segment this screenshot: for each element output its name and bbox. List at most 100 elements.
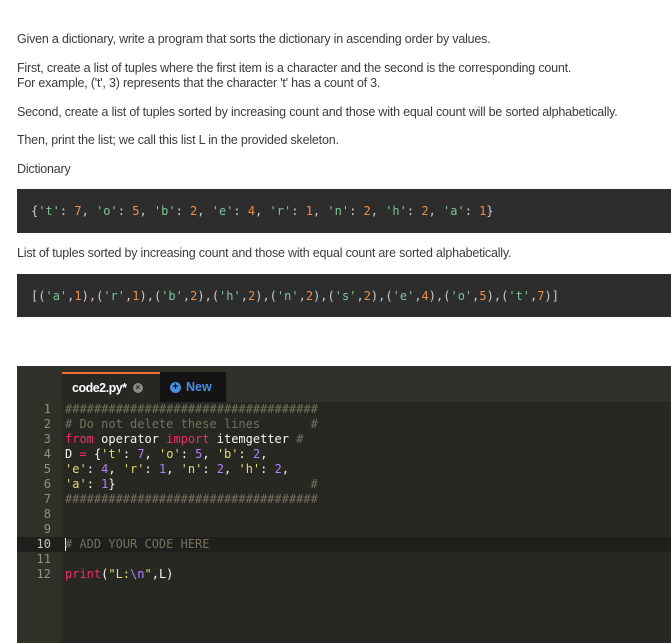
dictionary-label: Dictionary [17, 162, 71, 176]
sorted-list-label: List of tuples sorted by increasing coun… [17, 246, 512, 260]
escape-sequence: \n [130, 567, 145, 581]
punctuation: , [312, 204, 328, 218]
tuple-value: 2 [363, 288, 371, 303]
dictionary-code-block: {'t': 7, 'o': 5, 'b': 2, 'e': 4, 'r': 1,… [17, 189, 671, 233]
tuple-value: 1 [74, 288, 82, 303]
line-number: 6 [43, 477, 51, 491]
punctuation: , [81, 204, 97, 218]
new-tab-button[interactable]: + New [160, 372, 226, 402]
instruction-paragraph-4: Then, print the list; we call this list … [17, 133, 339, 147]
punctuation: , [197, 204, 212, 218]
punctuation: , [260, 447, 268, 461]
dict-value: 7 [74, 204, 82, 218]
tuple-key: 'r' [103, 288, 126, 303]
dict-key: 'h' [385, 204, 407, 218]
dict-key: 'b' [153, 204, 176, 218]
code-line[interactable]: 3 from operator import itemgetter # [17, 432, 671, 447]
dict-value: 4 [247, 204, 256, 218]
paren: ) [428, 288, 437, 303]
code-line[interactable]: 7 ################################### [17, 492, 671, 507]
instruction-paragraph-3: Second, create a list of tuples sorted b… [17, 105, 618, 119]
dict-key: 't' [38, 204, 60, 218]
line-content: print("L:\n",L) [65, 567, 173, 582]
punctuation: , [298, 288, 306, 303]
code-line[interactable]: 10 # ADD YOUR CODE HERE [17, 537, 671, 552]
punctuation: : [59, 204, 75, 218]
punctuation: , [262, 288, 270, 303]
keyword: import [166, 432, 210, 446]
line-number: 11 [36, 552, 51, 566]
paren: ( [211, 288, 220, 303]
punctuation: , [108, 462, 123, 476]
code-line[interactable]: 11 [17, 552, 671, 567]
brace: } [486, 204, 494, 218]
code-editor[interactable]: code2.py* × + New 1 #####################… [17, 366, 671, 643]
dict-value: 2 [363, 204, 371, 218]
identifier: ,L) [151, 567, 174, 581]
punctuation: , [356, 288, 364, 303]
punctuation: : [144, 462, 159, 476]
instruction-paragraph-2b: For example, ('t', 3) represents that th… [17, 76, 381, 90]
line-content: # ADD YOUR CODE HERE [65, 537, 210, 552]
number-literal: 2 [274, 462, 282, 476]
function-name: print [65, 567, 102, 581]
punctuation [87, 447, 94, 461]
punctuation: : [238, 447, 253, 461]
code-line[interactable]: 2 # Do not delete these lines # [17, 417, 671, 432]
tuple-key: 'o' [450, 288, 473, 303]
comment: # Do not delete these lines [65, 417, 261, 431]
punctuation: : [291, 204, 306, 218]
punctuation: , [146, 288, 154, 303]
tuple-key: 'e' [392, 288, 415, 303]
code-line[interactable]: 6 'a': 1} # [17, 477, 671, 492]
tab-code2-py[interactable]: code2.py* × [62, 372, 160, 402]
line-number: 1 [43, 402, 51, 416]
string-literal: 'a' [65, 477, 87, 491]
code-line[interactable]: 5 'e': 4, 'r': 1, 'n': 2, 'h': 2, [17, 462, 671, 477]
punctuation: : [233, 204, 248, 218]
code-line[interactable]: 1 ################################### [17, 402, 671, 417]
punctuation: : [122, 447, 138, 461]
code-line[interactable]: 12 print("L:\n",L) [17, 567, 671, 582]
code-line[interactable]: 4 D = {'t': 7, 'o': 5, 'b': 2, [17, 447, 671, 462]
comment: # [260, 417, 318, 431]
punctuation: : [180, 447, 196, 461]
tuple-value: 7 [537, 288, 545, 303]
line-content: 'e': 4, 'r': 1, 'n': 2, 'h': 2, [65, 462, 289, 477]
punctuation: , [320, 288, 328, 303]
dict-key: 'n' [327, 204, 350, 218]
code-line[interactable]: 9 [17, 522, 671, 537]
tuple-key: 's' [334, 288, 357, 303]
tuple-key: 'h' [219, 288, 241, 303]
punctuation: : [86, 477, 102, 491]
sorted-list-code: [('a',1),('r',1),('b',2),('h',2),('n',2)… [31, 289, 559, 303]
line-number: 7 [43, 492, 51, 506]
operator: = [79, 447, 87, 461]
comment: # ADD YOUR CODE HERE [65, 537, 210, 551]
code-lines[interactable]: 1 ################################### 2 # D… [17, 402, 671, 582]
string-literal: 'e' [65, 462, 87, 476]
string-literal: 'r' [122, 462, 145, 476]
number-literal: 7 [137, 447, 145, 461]
punctuation: : [464, 204, 480, 218]
punctuation: , [281, 462, 290, 476]
code-line[interactable]: 8 [17, 507, 671, 522]
identifier: operator [93, 432, 167, 446]
line-number: 9 [43, 522, 51, 536]
string-literal: 'o' [159, 447, 181, 461]
punctuation: , [139, 204, 154, 218]
identifier: itemgetter [209, 432, 297, 446]
punctuation: : [260, 462, 275, 476]
tuple-key: 'a' [45, 288, 68, 303]
instruction-paragraph-1: Given a dictionary, write a program that… [17, 32, 491, 46]
close-circle-icon[interactable]: × [132, 383, 143, 393]
line-content: from operator import itemgetter # [65, 432, 303, 447]
line-content: ################################### [65, 492, 318, 507]
punctuation: , [255, 204, 270, 218]
comment: # [115, 477, 318, 491]
line-number: 5 [43, 462, 51, 476]
line-number: 2 [43, 417, 51, 431]
punctuation: : [406, 204, 422, 218]
punctuation: , [370, 204, 386, 218]
line-content: ################################### [65, 402, 318, 417]
